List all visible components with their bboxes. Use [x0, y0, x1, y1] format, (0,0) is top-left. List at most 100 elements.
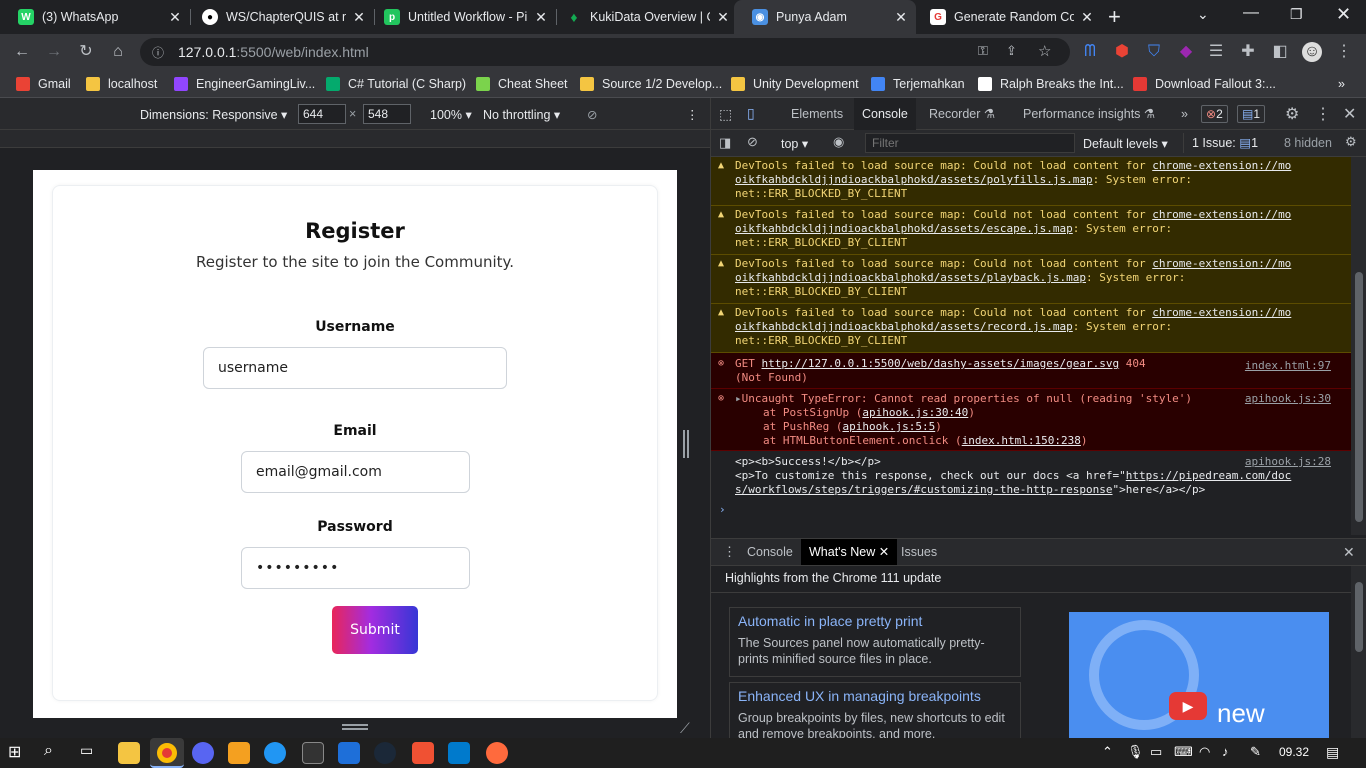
drawer-menu-icon[interactable]: ⋮ — [723, 544, 736, 560]
drawer-tab-whats-new[interactable]: What's New ✕ — [801, 539, 898, 565]
source-link[interactable]: index.html:97 — [1245, 359, 1331, 373]
close-drawer-icon[interactable]: ✕ — [1343, 544, 1355, 561]
resize-corner-icon[interactable]: ⟋ — [680, 720, 690, 737]
error-counter[interactable]: ⊗2 — [1201, 105, 1228, 123]
puzzle-icon[interactable]: ✚ — [1238, 42, 1258, 62]
discord-icon[interactable] — [192, 742, 214, 764]
scrollbar-thumb[interactable] — [1355, 272, 1363, 522]
extension-icon[interactable]: ᗰ — [1080, 42, 1100, 62]
scrollbar-thumb[interactable] — [1355, 582, 1363, 652]
device-more-icon[interactable]: ⋮ — [686, 107, 699, 122]
media-query-ruler[interactable] — [0, 130, 710, 148]
eye-icon[interactable]: ◉ — [833, 134, 844, 150]
more-tabs-icon[interactable]: » — [1173, 98, 1196, 130]
email-field[interactable]: email@gmail.com — [241, 451, 470, 493]
drawer-tab-issues[interactable]: Issues — [893, 539, 945, 565]
devtools-menu-icon[interactable]: ⋮ — [1315, 104, 1331, 124]
source-link[interactable]: oikfkahbdckldjjndioackbalphokd/assets/re… — [735, 320, 1073, 333]
context-select[interactable]: top ▾ — [781, 136, 808, 151]
drawer-scrollbar[interactable] — [1351, 566, 1366, 738]
clock[interactable]: 09.32 — [1279, 745, 1309, 759]
url-text[interactable]: 127.0.0.1:5500/web/index.html — [178, 44, 369, 60]
home-icon[interactable]: ⌂ — [108, 42, 128, 62]
bookmark-gmail[interactable]: Gmail — [16, 75, 71, 93]
notification-icon[interactable]: ▤ — [1326, 744, 1339, 761]
input-method-icon[interactable]: ⌨ — [1174, 744, 1193, 760]
bookmark-translate[interactable]: Terjemahkan — [871, 75, 965, 93]
source-link[interactable]: apihook.js:30 — [1245, 392, 1331, 406]
docs-link[interactable]: https://pipedream.com/doc — [1126, 469, 1292, 482]
source-link[interactable]: chrome-extension://mo — [1152, 306, 1291, 319]
close-tab-icon[interactable]: ✕ — [716, 9, 730, 26]
adblock-icon[interactable]: ⬢ — [1112, 42, 1132, 62]
bookmark-twitch[interactable]: EngineerGamingLiv... — [174, 75, 315, 93]
address-bar[interactable]: ⓘ 127.0.0.1:5500/web/index.html ⚿ ⇪ ☆ — [140, 38, 1070, 66]
bookmark-star-icon[interactable]: ☆ — [1038, 42, 1051, 60]
close-tab-icon[interactable]: ✕ — [1080, 9, 1094, 26]
console-filter-input[interactable] — [865, 133, 1075, 153]
throttle-select[interactable]: No throttling ▾ — [483, 107, 560, 122]
close-tab-icon[interactable]: ✕ — [894, 9, 908, 26]
sidepanel-icon[interactable]: ◧ — [1270, 42, 1290, 62]
terminal-icon[interactable] — [302, 742, 324, 764]
device-width-input[interactable] — [298, 104, 346, 124]
info-counter[interactable]: ▤1 — [1237, 105, 1266, 123]
database-icon[interactable]: ☰ — [1206, 42, 1226, 62]
whats-new-card[interactable]: Enhanced UX in managing breakpoints Grou… — [729, 682, 1021, 742]
close-window-icon[interactable]: ✕ — [1336, 4, 1351, 25]
more-bookmarks-icon[interactable]: » — [1338, 75, 1345, 93]
browser-tab[interactable]: p Untitled Workflow - Pi ✕ — [366, 0, 556, 34]
submit-button[interactable]: Submit — [332, 606, 418, 654]
search-icon[interactable]: ⌕ — [44, 742, 66, 764]
tab-performance-insights[interactable]: Performance insights ⚗ — [1015, 98, 1163, 130]
issues-button[interactable]: 1 Issue: ▤1 — [1183, 133, 1258, 153]
source-link[interactable]: oikfkahbdckldjjndioackbalphokd/assets/es… — [735, 222, 1073, 235]
battery-icon[interactable]: ▭ — [1150, 744, 1162, 760]
browser-tab-active[interactable]: ◉ Punya Adam ✕ — [734, 0, 916, 34]
stack-link[interactable]: apihook.js:30:40 — [862, 406, 968, 419]
username-field[interactable]: username — [203, 347, 507, 389]
file-explorer-icon[interactable] — [118, 742, 140, 764]
menu-kebab-icon[interactable]: ⋮ — [1334, 42, 1354, 62]
git-icon[interactable] — [412, 742, 434, 764]
tab-search-icon[interactable]: ⌄ — [1197, 6, 1209, 23]
tray-chevron-icon[interactable]: ⌃ — [1102, 744, 1113, 760]
bookmark-unity[interactable]: Unity Development — [731, 75, 859, 93]
bitwarden-icon[interactable]: ⛉ — [1144, 42, 1164, 62]
whats-new-card[interactable]: Automatic in place pretty print The Sour… — [729, 607, 1021, 677]
new-tab-icon[interactable]: + — [1108, 4, 1121, 30]
stack-link[interactable]: apihook.js:5:5 — [842, 420, 935, 433]
source-link[interactable]: chrome-extension://mo — [1152, 208, 1291, 221]
zoom-select[interactable]: 100% ▾ — [430, 107, 472, 122]
source-link[interactable]: chrome-extension://mo — [1152, 159, 1291, 172]
app-icon[interactable] — [264, 742, 286, 764]
tab-recorder[interactable]: Recorder ⚗ — [921, 98, 1003, 130]
avatar[interactable]: ☺ — [1302, 42, 1322, 62]
vscode-icon[interactable] — [448, 742, 470, 764]
browser-tab[interactable]: G Generate Random Co ✕ — [912, 0, 1102, 34]
source-link[interactable]: oikfkahbdckldjjndioackbalphokd/assets/po… — [735, 173, 1093, 186]
share-icon[interactable]: ⇪ — [1006, 43, 1017, 59]
device-height-input[interactable] — [363, 104, 411, 124]
browser-tab[interactable]: W (3) WhatsApp ✕ — [0, 0, 190, 34]
task-view-icon[interactable]: ▭ — [80, 742, 102, 764]
expand-triangle-icon[interactable]: ▸ — [735, 392, 742, 405]
request-url-link[interactable]: http://127.0.0.1:5500/web/dashy-assets/i… — [762, 357, 1120, 370]
password-field[interactable]: ••••••••• — [241, 547, 470, 589]
wifi-icon[interactable]: ◠ — [1199, 744, 1210, 760]
microphone-icon[interactable]: 🎙 — [1127, 744, 1144, 760]
pen-icon[interactable]: ✎ — [1250, 744, 1261, 760]
source-link[interactable]: chrome-extension://mo — [1152, 257, 1291, 270]
forward-icon[interactable]: → — [44, 42, 64, 62]
dimensions-select[interactable]: Dimensions: Responsive ▾ — [140, 107, 287, 122]
minimize-icon[interactable]: — — [1243, 4, 1259, 22]
bookmark-csharp[interactable]: C# Tutorial (C Sharp) — [326, 75, 466, 93]
bookmark-fallout[interactable]: Download Fallout 3:... — [1133, 75, 1276, 93]
close-tab-icon[interactable]: ✕ — [352, 9, 366, 26]
extension-badge-icon[interactable]: ◆ — [1176, 42, 1196, 62]
powershell-icon[interactable] — [338, 742, 360, 764]
sidebar-toggle-icon[interactable]: ◨ — [719, 135, 731, 151]
chrome-update-video-thumbnail[interactable]: ▶ new — [1069, 612, 1329, 738]
device-toggle-icon[interactable]: ▯ — [747, 105, 755, 122]
source-link[interactable]: apihook.js:28 — [1245, 455, 1331, 469]
